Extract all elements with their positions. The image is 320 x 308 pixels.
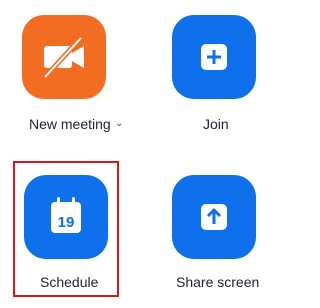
schedule-button[interactable]: 19: [24, 175, 108, 259]
new-meeting-label: New meeting: [29, 116, 111, 132]
calendar-day: 19: [58, 214, 75, 231]
join-label: Join: [203, 116, 229, 132]
schedule-label: Schedule: [40, 274, 99, 290]
share-screen-label: Share screen: [176, 274, 260, 290]
share-screen-button[interactable]: [172, 175, 256, 259]
calendar-icon: 19: [51, 197, 81, 233]
new-meeting-button[interactable]: [22, 15, 106, 99]
chevron-down-icon[interactable]: ⌄: [115, 118, 123, 129]
share-arrow-icon: [201, 204, 227, 230]
join-button[interactable]: [172, 15, 256, 99]
video-off-icon: [43, 36, 84, 79]
plus-icon: [201, 44, 227, 70]
